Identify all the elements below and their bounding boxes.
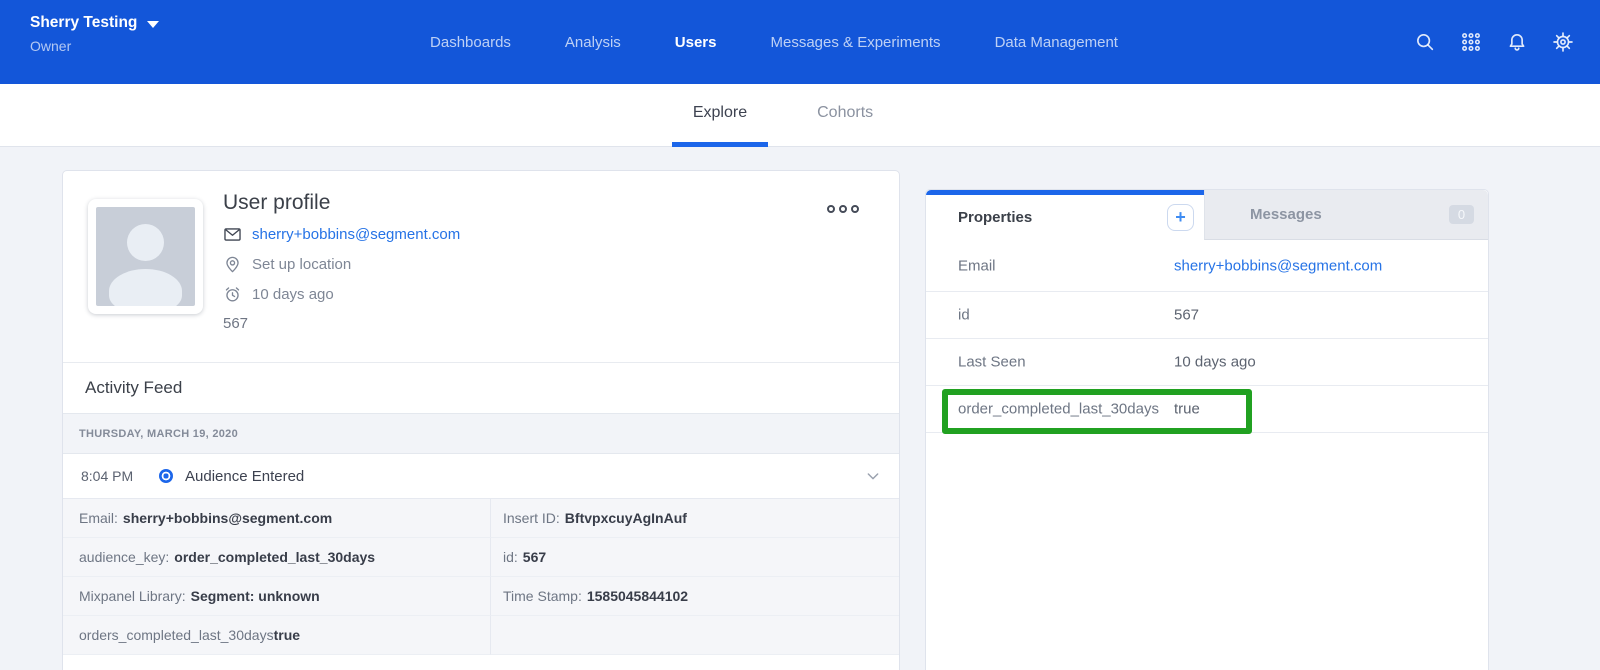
event-name: Audience Entered (185, 468, 304, 485)
avatar (88, 199, 203, 314)
add-property-button[interactable]: + (1167, 204, 1194, 231)
detail-cell-time-stamp: Time Stamp:1585045844102 (491, 577, 899, 616)
clock-icon (223, 285, 242, 304)
main-nav: Dashboards Analysis Users Messages & Exp… (0, 0, 1574, 84)
tab-messages-label: Messages (1250, 206, 1322, 223)
tab-explore-label: Explore (693, 104, 747, 122)
nav-users[interactable]: Users (675, 34, 717, 51)
property-row-email: Email sherry+bobbins@segment.com (926, 240, 1488, 292)
nav-data-management[interactable]: Data Management (995, 34, 1118, 51)
nav-messages-experiments[interactable]: Messages & Experiments (770, 34, 940, 51)
detail-cell-audience-key: audience_key:order_completed_last_30days (63, 538, 491, 577)
top-header: Sherry Testing Owner Dashboards Analysis… (0, 0, 1600, 84)
messages-count-badge: 0 (1449, 205, 1474, 224)
nav-dashboards[interactable]: Dashboards (430, 34, 511, 51)
chevron-down-icon[interactable] (865, 468, 881, 484)
apps-grid-icon[interactable] (1460, 31, 1482, 53)
properties-panel: Properties + Messages 0 Email sherry+bob… (925, 189, 1489, 670)
profile-location[interactable]: Set up location (252, 256, 351, 273)
search-icon[interactable] (1414, 31, 1436, 53)
profile-last-seen: 10 days ago (252, 286, 334, 303)
tab-messages[interactable]: Messages 0 (1204, 190, 1488, 240)
profile-section: User profile sherry+bobbins@segment.com … (63, 171, 899, 362)
profile-title: User profile (223, 191, 460, 215)
property-email-link[interactable]: sherry+bobbins@segment.com (1174, 257, 1382, 274)
tab-cohorts[interactable]: Cohorts (796, 84, 894, 147)
profile-email-link[interactable]: sherry+bobbins@segment.com (252, 226, 460, 243)
property-row-last-seen: Last Seen 10 days ago (926, 339, 1488, 386)
detail-cell-mixpanel-library: Mixpanel Library:Segment: unknown (63, 577, 491, 616)
event-time: 8:04 PM (81, 468, 145, 484)
nav-analysis[interactable]: Analysis (565, 34, 621, 51)
tab-explore[interactable]: Explore (672, 84, 768, 147)
activity-feed-title: Activity Feed (63, 362, 899, 413)
user-profile-card: User profile sherry+bobbins@segment.com … (62, 170, 900, 670)
tab-properties[interactable]: Properties + (926, 190, 1204, 240)
property-row-order-completed: order_completed_last_30days true (926, 386, 1488, 433)
audience-event-icon (159, 469, 173, 483)
tab-cohorts-label: Cohorts (817, 104, 873, 122)
location-pin-icon (223, 255, 242, 274)
more-options-icon[interactable] (827, 205, 859, 213)
detail-cell-empty (491, 616, 899, 655)
settings-gear-icon[interactable] (1552, 31, 1574, 53)
panel-tabbar: Properties + Messages 0 (926, 190, 1488, 240)
tab-properties-label: Properties (958, 209, 1032, 226)
activity-event-row[interactable]: 8:04 PM Audience Entered (63, 454, 899, 498)
mail-icon (223, 225, 242, 244)
notifications-bell-icon[interactable] (1506, 31, 1528, 53)
header-icons (1414, 0, 1574, 84)
detail-cell-id: id:567 (491, 538, 899, 577)
event-details-table: Email:sherry+bobbins@segment.com Insert … (63, 498, 899, 655)
profile-user-id: 567 (223, 315, 460, 332)
properties-table: Email sherry+bobbins@segment.com id 567 … (926, 240, 1488, 433)
detail-cell-orders-completed: orders_completed_last_30daystrue (63, 616, 491, 655)
property-row-id: id 567 (926, 292, 1488, 339)
detail-cell-email: Email:sherry+bobbins@segment.com (63, 499, 491, 538)
explore-cohorts-tabbar: Explore Cohorts (0, 84, 1600, 147)
activity-date-header: THURSDAY, MARCH 19, 2020 (63, 413, 899, 454)
detail-cell-insert-id: Insert ID:BftvpxcuyAgInAuf (491, 499, 899, 538)
